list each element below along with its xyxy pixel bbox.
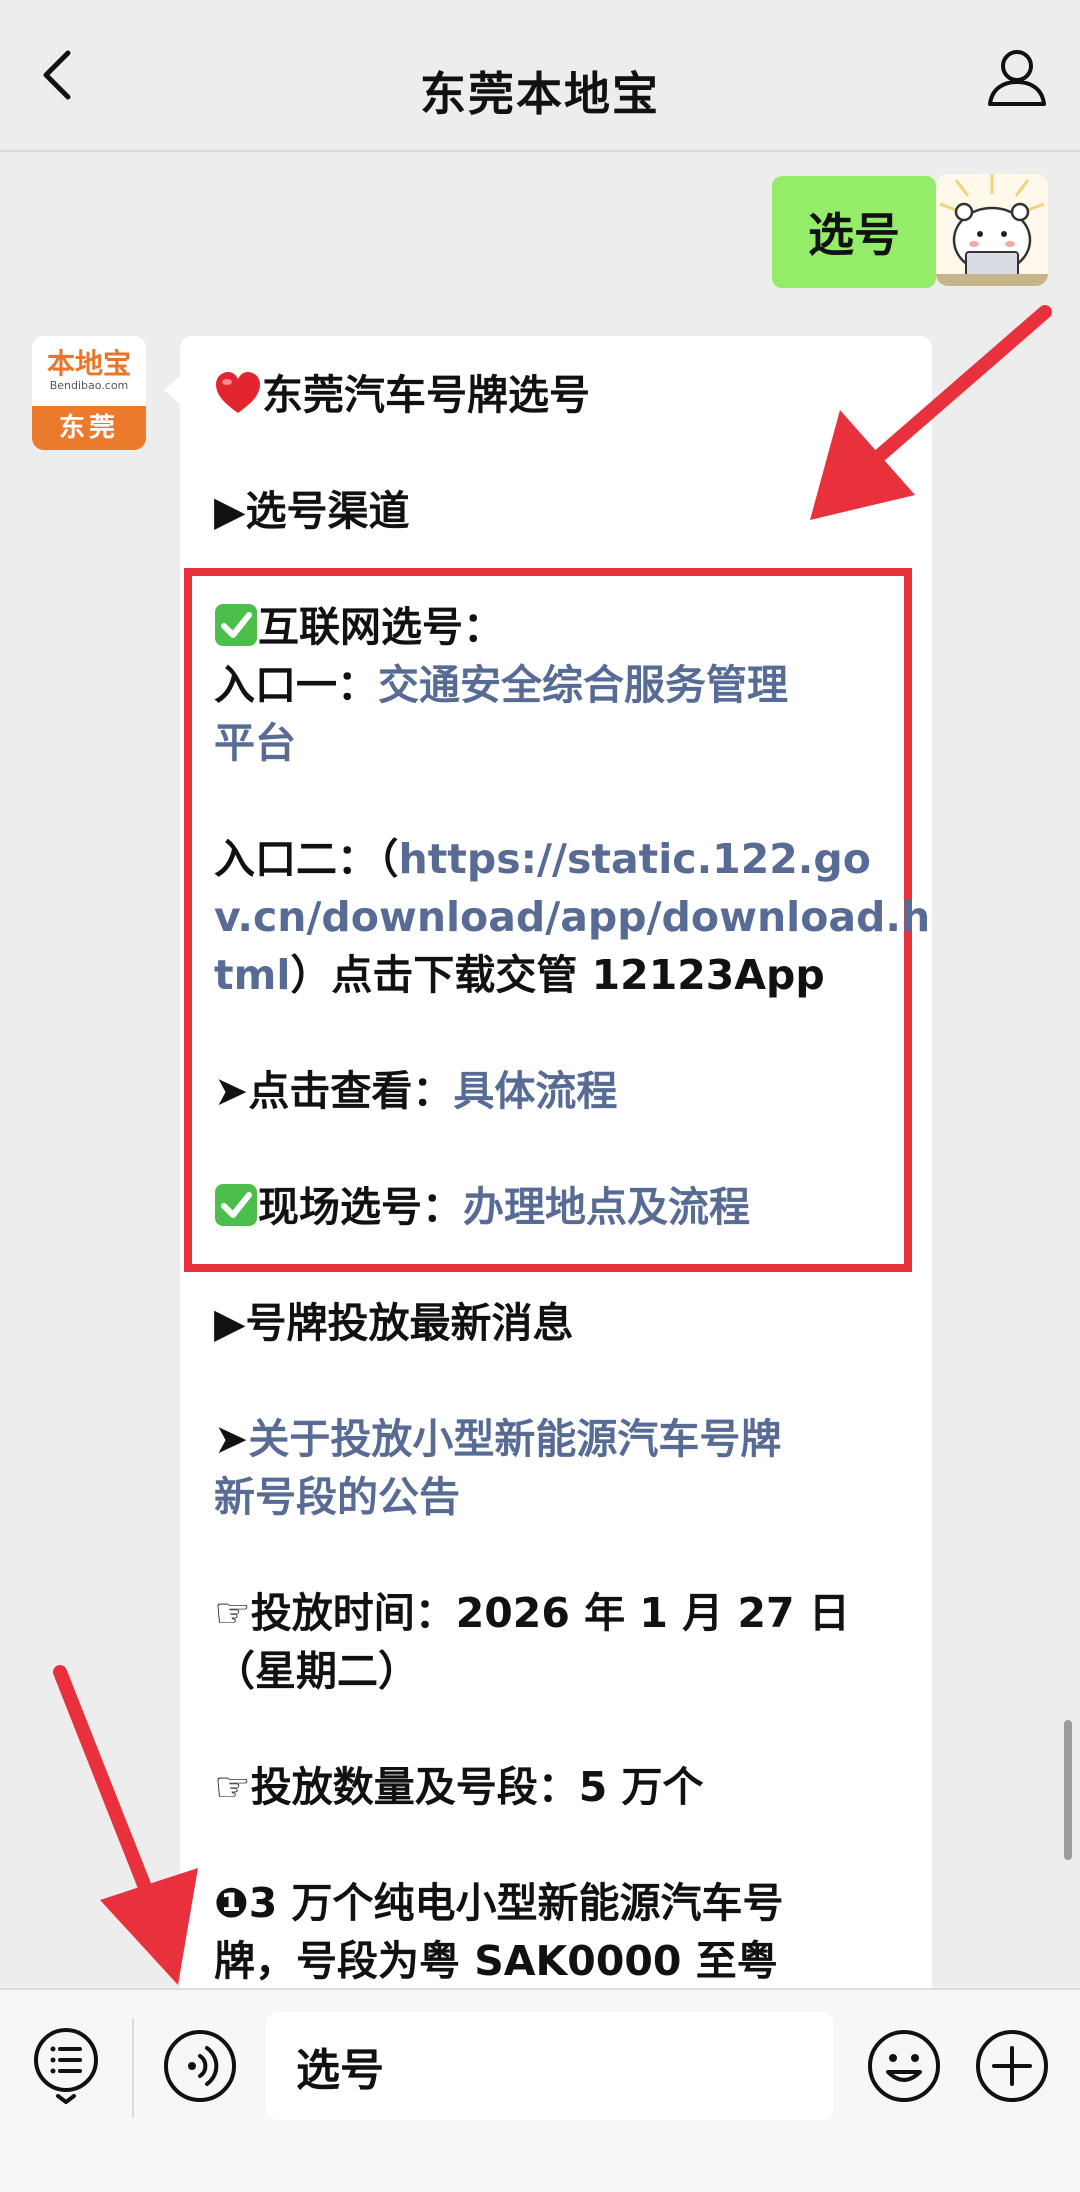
bot-message-bubble: 东莞汽车号牌选号 ▶选号渠道 互联网选号： 入口一：交通安全综合服务管理 平台 … <box>164 336 932 1988</box>
message-input[interactable] <box>266 2012 834 2120</box>
onsite-selection-link[interactable]: 办理地点及流程 <box>463 1183 750 1231</box>
entry1-line: 入口一：交通安全综合服务管理 <box>214 656 914 714</box>
check-box-icon <box>215 1184 257 1226</box>
chat-area[interactable]: 选号 本地宝 Bendibao.com 东莞 东莞汽车号牌选号 ▶选号渠道 互联… <box>0 152 1080 1988</box>
more-button[interactable] <box>974 2028 1050 2108</box>
entry2-url-link-end[interactable]: tml <box>214 951 290 999</box>
heart-icon <box>216 372 260 413</box>
release-time-line: ☞投放时间：2026 年 1 月 27 日 <box>214 1589 850 1637</box>
view-process-label: ➤点击查看： <box>214 1067 454 1115</box>
item1-line-cont: 牌，号段为粤 SAK0000 至粤 <box>214 1937 778 1985</box>
news-prefix: ➤ <box>214 1415 249 1463</box>
message-title: 东莞汽车号牌选号 <box>262 371 590 419</box>
voice-button[interactable] <box>162 2028 238 2108</box>
news-line: ➤关于投放小型新能源汽车号牌 <box>214 1410 914 1468</box>
input-bar <box>0 1988 1080 2192</box>
release-quantity-line: ☞投放数量及号段：5 万个 <box>214 1763 704 1811</box>
view-process-link[interactable]: 具体流程 <box>453 1067 617 1115</box>
onsite-selection-line: 现场选号：办理地点及流程 <box>214 1178 914 1236</box>
avatar-logo-area: 本地宝 Bendibao.com <box>32 336 146 406</box>
section-news: ▶号牌投放最新消息 <box>214 1299 574 1347</box>
user-avatar-image <box>936 174 1048 286</box>
emoji-icon <box>868 2030 940 2102</box>
official-account-avatar[interactable]: 本地宝 Bendibao.com 东莞 <box>32 336 146 450</box>
profile-button[interactable] <box>982 42 1052 112</box>
list-menu-icon <box>34 2028 98 2104</box>
scrollbar[interactable] <box>1064 1720 1072 1860</box>
entry2-last-line: tml）点击下载交管 12123App <box>214 946 914 1004</box>
avatar-logo-text: 本地宝 <box>46 347 131 380</box>
user-avatar[interactable] <box>936 174 1048 286</box>
message-title-line: 东莞汽车号牌选号 <box>214 366 914 424</box>
entry2-suffix: ）点击下载交管 12123App <box>290 951 825 999</box>
menu-button[interactable] <box>32 2026 100 2110</box>
news-announcement-link-cont[interactable]: 新号段的公告 <box>214 1468 914 1526</box>
voice-icon <box>164 2030 236 2102</box>
avatar-site-text: Bendibao.com <box>49 379 129 392</box>
emoji-button[interactable] <box>866 2028 942 2108</box>
chat-title: 东莞本地宝 <box>420 67 660 121</box>
plus-icon <box>976 2030 1048 2102</box>
chat-header: 东莞本地宝 <box>0 0 1080 152</box>
entry1-label: 入口一： <box>214 661 378 709</box>
online-selection-label: 互联网选号： <box>258 603 504 651</box>
check-box-icon <box>215 604 257 646</box>
news-announcement-link[interactable]: 关于投放小型新能源汽车号牌 <box>248 1415 781 1463</box>
onsite-selection-label: 现场选号： <box>258 1183 463 1231</box>
avatar-city-text: 东莞 <box>32 406 146 450</box>
item1-line: ❶3 万个纯电小型新能源汽车号 <box>214 1879 784 1927</box>
entry1-link-cont[interactable]: 平台 <box>214 714 914 772</box>
entry2-url-link-cont[interactable]: v.cn/download/app/download.h <box>214 888 930 946</box>
entry2-url-link[interactable]: https://static.122.go <box>399 835 871 883</box>
menu-divider <box>132 2018 134 2118</box>
entry1-link[interactable]: 交通安全综合服务管理 <box>378 661 788 709</box>
user-message-bubble[interactable]: 选号 <box>772 176 952 288</box>
entry2-line: 入口二：（https://static.122.go <box>214 830 914 888</box>
entry2-label: 入口二：（ <box>214 835 399 883</box>
release-weekday-line: （星期二） <box>214 1647 419 1695</box>
online-selection-line: 互联网选号： <box>214 598 914 656</box>
person-icon <box>988 50 1046 106</box>
section-channels: ▶选号渠道 <box>214 487 410 535</box>
view-process-line: ➤点击查看：具体流程 <box>214 1062 914 1120</box>
user-message-text: 选号 <box>808 208 900 262</box>
